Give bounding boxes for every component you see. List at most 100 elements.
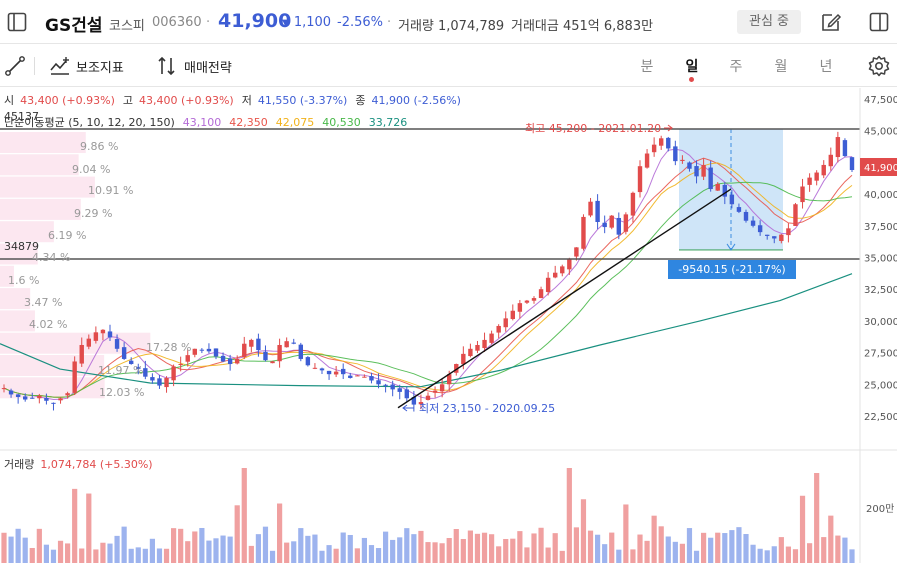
volume-bar: [107, 543, 113, 563]
volume-bar: [298, 528, 304, 563]
volume-bar: [156, 548, 163, 563]
strategy-icon[interactable]: [156, 55, 178, 77]
volume-bar: [361, 537, 367, 563]
candle-body: [602, 222, 607, 228]
candle-body: [79, 344, 84, 364]
high-value: 43,400 (+0.93%): [139, 94, 234, 107]
candle-body: [72, 361, 77, 393]
volume-text: 거래량 1,074,789: [398, 19, 505, 34]
volume-bar: [814, 473, 820, 563]
volume-bar: [778, 537, 784, 563]
favorite-button[interactable]: 관심 중: [737, 10, 801, 34]
volume-bar: [566, 468, 572, 563]
candle-body: [821, 164, 826, 176]
indicator-button[interactable]: 보조지표: [76, 57, 124, 76]
panel-toggle-icon[interactable]: [868, 11, 890, 33]
volume-bar: [411, 534, 417, 563]
volume-bar: [693, 550, 700, 563]
candle-body: [842, 140, 848, 157]
candle-body: [567, 258, 572, 270]
volume-bar: [8, 536, 14, 563]
candle-body: [326, 370, 332, 375]
candle-body: [362, 376, 367, 378]
draw-line-icon[interactable]: [4, 55, 26, 77]
price-axis-label: 25,000: [864, 380, 897, 391]
volume-bar: [121, 526, 127, 563]
stock-chart-app: GS건설 코스피 006360 · 41,900 ▼ 1,100 -2.56% …: [0, 0, 897, 563]
period-day-tab[interactable]: 일: [682, 56, 702, 76]
volume-bar: [559, 550, 565, 563]
volume-profile-bar: [0, 176, 95, 198]
volume-bar: [354, 548, 360, 563]
volume-bar: [580, 499, 587, 563]
candle-body: [199, 349, 205, 351]
price-axis-label: 45,000: [864, 127, 897, 138]
vp-label: 1.6 %: [8, 274, 39, 287]
candle-body: [439, 384, 445, 392]
candle-body: [100, 329, 106, 334]
volume-bar: [672, 541, 678, 563]
volume-profile-bar: [0, 154, 79, 176]
candle-body: [545, 277, 551, 292]
indicator-icon[interactable]: [49, 55, 71, 77]
volume-panel-label: 거래량 1,074,784 (+5.30%): [4, 458, 153, 471]
period-week-tab[interactable]: 주: [726, 56, 746, 76]
volume-bar: [460, 538, 466, 563]
strategy-button[interactable]: 매매전략: [184, 57, 232, 76]
candle-body: [779, 234, 784, 242]
volume-bar: [764, 550, 770, 563]
volume-bar: [305, 535, 311, 563]
volume-bar: [644, 540, 650, 563]
settings-gear-icon[interactable]: [867, 54, 891, 78]
volume-bar: [185, 541, 191, 563]
sidebar-toggle-icon[interactable]: [6, 11, 28, 33]
high-annotation: 최고 45,200 - 2021.01.20: [525, 122, 673, 135]
volume-profile-bar: [0, 132, 86, 153]
candle-body: [185, 355, 190, 362]
volume-bar: [15, 528, 21, 563]
candle-body: [425, 395, 431, 400]
current-price-tag-text: 41,900: [864, 163, 897, 174]
volume-bar: [835, 535, 841, 563]
volume-bar: [609, 532, 615, 563]
volume-axis-label: 200만: [866, 503, 894, 515]
volume-bar: [284, 542, 290, 563]
volume-bar: [347, 534, 353, 563]
period-month-tab[interactable]: 월: [771, 56, 791, 76]
candle-body: [249, 339, 254, 347]
candle-body: [524, 300, 530, 303]
candle-body: [15, 394, 21, 397]
volume-bar: [234, 505, 240, 563]
volume-bar: [50, 549, 57, 563]
volume-bar: [439, 543, 445, 563]
volume-bar: [57, 540, 64, 563]
candle-body: [8, 390, 14, 395]
open-value: 43,400 (+0.93%): [20, 94, 115, 107]
price-axis-label: 40,000: [864, 190, 897, 201]
trend-line[interactable]: [397, 188, 732, 409]
volume-bar: [849, 549, 855, 563]
active-period-dot: [689, 77, 694, 82]
candle-body: [227, 358, 233, 365]
volume-bar: [79, 548, 85, 563]
volume-bar: [623, 504, 629, 563]
stock-header: GS건설 코스피 006360 · 41,900 ▼ 1,100 -2.56% …: [0, 0, 897, 44]
candle-body: [390, 384, 395, 390]
candle-body: [432, 390, 438, 393]
edit-icon[interactable]: [820, 11, 842, 33]
candle-body: [729, 194, 735, 205]
volume-bar: [241, 468, 247, 563]
stock-name[interactable]: GS건설: [45, 11, 102, 36]
period-year-tab[interactable]: 년: [816, 56, 836, 76]
volume-bar: [453, 529, 459, 563]
volume-bar: [701, 532, 707, 563]
low-annotation: 최저 23,150 - 2020.09.25: [402, 402, 555, 415]
period-minute-tab[interactable]: 분: [637, 56, 657, 76]
price-chart[interactable]: 시 43,400 (+0.93%) 고 43,400 (+0.93%) 저 41,550 …: [0, 88, 897, 563]
volume-bar: [757, 548, 763, 563]
ohlc-legend: 시 43,400 (+0.93%) 고 43,400 (+0.93%) 저 41,550 …: [4, 94, 461, 107]
volume-bar: [425, 542, 431, 563]
volume-bar: [100, 542, 106, 563]
candle-body: [192, 348, 197, 355]
candle-body: [270, 361, 275, 364]
